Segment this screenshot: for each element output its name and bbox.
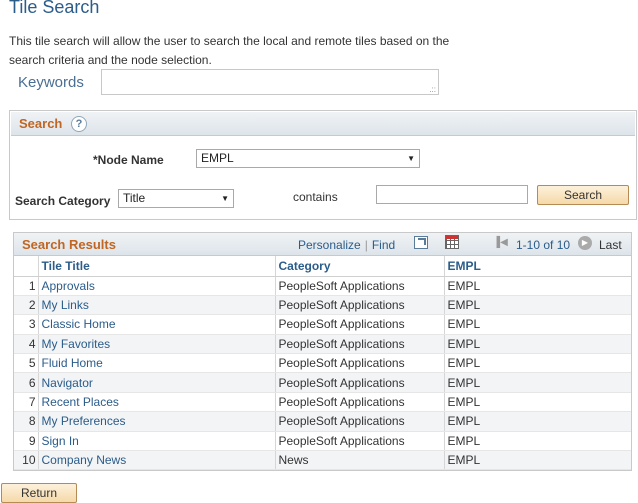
search-category-value: Title bbox=[123, 191, 146, 205]
tile-title-link[interactable]: Navigator bbox=[42, 376, 93, 390]
operator-label: contains bbox=[293, 190, 338, 204]
resize-grip-icon[interactable]: .:: bbox=[429, 86, 436, 94]
table-row: 4 My Favorites PeopleSoft Applications E… bbox=[14, 334, 631, 355]
tile-title-cell: Sign In bbox=[37, 431, 275, 452]
row-number: 8 bbox=[14, 411, 38, 432]
row-number: 1 bbox=[14, 276, 38, 296]
table-row: 3 Classic Home PeopleSoft Applications E… bbox=[14, 314, 631, 335]
table-header-row: Tile Title Category EMPL bbox=[14, 256, 631, 277]
table-row: 9 Sign In PeopleSoft Applications EMPL bbox=[14, 431, 631, 452]
tile-title-link[interactable]: Sign In bbox=[42, 434, 79, 448]
tile-title-cell: My Preferences bbox=[37, 411, 275, 432]
search-results-grid: Search Results Personalize | Find ▐◀ 1-10 … bbox=[13, 232, 632, 471]
table-row: 5 Fluid Home PeopleSoft Applications EMP… bbox=[14, 353, 631, 374]
return-button[interactable]: Return bbox=[1, 483, 77, 503]
tile-title-link[interactable]: Recent Places bbox=[42, 395, 119, 409]
download-spreadsheet-icon[interactable] bbox=[445, 235, 459, 249]
node-cell: EMPL bbox=[443, 295, 631, 316]
category-cell: PeopleSoft Applications bbox=[274, 372, 444, 393]
row-number: 7 bbox=[14, 392, 38, 413]
results-table: Tile Title Category EMPL 1 Approvals Peo… bbox=[14, 256, 631, 471]
tile-title-link[interactable]: Classic Home bbox=[42, 317, 116, 331]
last-page-link[interactable]: Last bbox=[599, 238, 622, 252]
help-icon[interactable]: ? bbox=[71, 116, 87, 132]
node-name-value: EMPL bbox=[201, 151, 234, 165]
category-cell: PeopleSoft Applications bbox=[274, 431, 444, 452]
tile-title-cell: Company News bbox=[37, 450, 275, 471]
search-group-title: Search bbox=[19, 116, 63, 131]
keywords-label: Keywords bbox=[18, 74, 84, 91]
category-cell: PeopleSoft Applications bbox=[274, 295, 444, 316]
row-number: 2 bbox=[14, 295, 38, 316]
tile-title-link[interactable]: Company News bbox=[42, 453, 127, 467]
node-cell: EMPL bbox=[443, 450, 631, 471]
node-cell: EMPL bbox=[443, 314, 631, 335]
search-button[interactable]: Search bbox=[537, 185, 629, 205]
category-cell: PeopleSoft Applications bbox=[274, 276, 444, 296]
tile-title-cell: My Favorites bbox=[37, 334, 275, 355]
tile-title-cell: Approvals bbox=[37, 276, 275, 296]
row-number: 6 bbox=[14, 372, 38, 393]
search-category-label: Search Category bbox=[15, 194, 111, 208]
category-cell: PeopleSoft Applications bbox=[274, 353, 444, 374]
find-link[interactable]: Find bbox=[372, 238, 395, 252]
next-page-icon[interactable]: ▶ bbox=[578, 236, 592, 250]
results-title: Search Results bbox=[22, 237, 116, 252]
tile-title-link[interactable]: My Favorites bbox=[42, 337, 111, 351]
row-number: 10 bbox=[14, 450, 38, 471]
row-number-header bbox=[14, 256, 38, 277]
table-row: 1 Approvals PeopleSoft Applications EMPL bbox=[14, 276, 631, 296]
node-name-select[interactable]: EMPL ▼ bbox=[196, 149, 420, 168]
chevron-down-icon: ▼ bbox=[407, 154, 415, 163]
row-number: 4 bbox=[14, 334, 38, 355]
table-row: 10 Company News News EMPL bbox=[14, 450, 631, 471]
node-cell: EMPL bbox=[443, 392, 631, 413]
results-grid-header: Search Results Personalize | Find ▐◀ 1-10 … bbox=[14, 233, 631, 256]
column-header-node[interactable]: EMPL bbox=[443, 256, 631, 277]
column-header-category[interactable]: Category bbox=[274, 256, 444, 277]
node-name-label: *Node Name bbox=[93, 153, 164, 167]
category-cell: PeopleSoft Applications bbox=[274, 334, 444, 355]
node-cell: EMPL bbox=[443, 353, 631, 374]
category-cell: PeopleSoft Applications bbox=[274, 314, 444, 335]
tile-title-link[interactable]: Fluid Home bbox=[42, 356, 103, 370]
node-cell: EMPL bbox=[443, 334, 631, 355]
toolbar-separator: | bbox=[364, 238, 368, 252]
keywords-textarea[interactable]: .:: bbox=[101, 69, 439, 95]
search-category-select[interactable]: Title ▼ bbox=[118, 189, 234, 208]
table-row: 2 My Links PeopleSoft Applications EMPL bbox=[14, 295, 631, 316]
node-cell: EMPL bbox=[443, 411, 631, 432]
category-cell: PeopleSoft Applications bbox=[274, 392, 444, 413]
node-cell: EMPL bbox=[443, 431, 631, 452]
tile-title-link[interactable]: My Links bbox=[42, 298, 89, 312]
table-row: 6 Navigator PeopleSoft Applications EMPL bbox=[14, 372, 631, 393]
row-range: 1-10 of 10 bbox=[516, 238, 571, 252]
personalize-link[interactable]: Personalize bbox=[298, 238, 361, 252]
row-number: 3 bbox=[14, 314, 38, 335]
tile-title-cell: Recent Places bbox=[37, 392, 275, 413]
row-number: 9 bbox=[14, 431, 38, 452]
grid-toolbar: Personalize | Find bbox=[298, 238, 395, 252]
chevron-down-icon: ▼ bbox=[221, 194, 229, 203]
tile-title-link[interactable]: Approvals bbox=[42, 279, 95, 293]
view-all-icon[interactable] bbox=[414, 236, 428, 249]
column-header-tile-title[interactable]: Tile Title bbox=[37, 256, 275, 277]
search-query-input[interactable] bbox=[376, 185, 528, 204]
tile-title-cell: Classic Home bbox=[37, 314, 275, 335]
page-title: Tile Search bbox=[9, 0, 100, 17]
node-cell: EMPL bbox=[443, 372, 631, 393]
page-description: This tile search will allow the user to … bbox=[9, 34, 450, 67]
search-group-header: Search ? bbox=[11, 112, 635, 136]
category-cell: News bbox=[274, 450, 444, 471]
table-row: 8 My Preferences PeopleSoft Applications… bbox=[14, 411, 631, 432]
tile-title-link[interactable]: My Preferences bbox=[42, 414, 126, 428]
table-row: 7 Recent Places PeopleSoft Applications … bbox=[14, 392, 631, 413]
tile-title-cell: My Links bbox=[37, 295, 275, 316]
node-cell: EMPL bbox=[443, 276, 631, 296]
category-cell: PeopleSoft Applications bbox=[274, 411, 444, 432]
tile-title-cell: Navigator bbox=[37, 372, 275, 393]
tile-title-cell: Fluid Home bbox=[37, 353, 275, 374]
first-page-icon[interactable]: ▐◀ bbox=[493, 237, 508, 248]
row-number: 5 bbox=[14, 353, 38, 374]
